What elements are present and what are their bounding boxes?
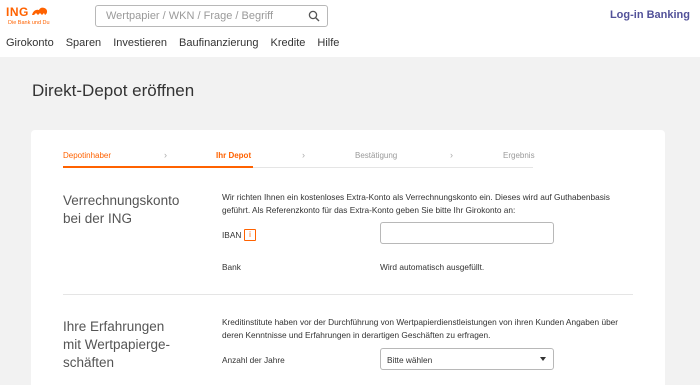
- settlement-text-line2: geführt. Als Referenzkonto für das Extra…: [222, 205, 516, 215]
- experience-text-line1: Kreditinstitute haben vor der Durchführu…: [222, 317, 619, 327]
- main-nav: Girokonto Sparen Investieren Baufinanzie…: [6, 37, 351, 49]
- nav-item-girokonto[interactable]: Girokonto: [6, 37, 54, 49]
- years-select[interactable]: Bitte wählen: [380, 348, 554, 370]
- settlement-text-line1: Wir richten Ihnen ein kostenloses Extra-…: [222, 192, 610, 202]
- settlement-description: Wir richten Ihnen ein kostenloses Extra-…: [222, 191, 642, 217]
- login-banking-link[interactable]: Log-in Banking: [610, 9, 690, 21]
- ing-logo[interactable]: ING Die Bank und Du: [6, 5, 58, 31]
- chevron-right-icon: ›: [302, 150, 305, 160]
- years-select-value: Bitte wählen: [387, 355, 433, 365]
- step-bestaetigung: Bestätigung: [355, 151, 398, 160]
- bank-label: Bank: [222, 262, 241, 272]
- experience-description: Kreditinstitute haben vor der Durchführu…: [222, 316, 642, 342]
- progress-steps: Depotinhaber › Ihr Depot › Bestätigung ›…: [63, 150, 563, 165]
- settlement-title-line2: bei der ING: [63, 211, 133, 226]
- form-card: Depotinhaber › Ihr Depot › Bestätigung ›…: [31, 130, 665, 385]
- header: ING Die Bank und Du Log-in Banking Girok…: [0, 0, 700, 57]
- nav-item-hilfe[interactable]: Hilfe: [317, 37, 339, 49]
- nav-item-sparen[interactable]: Sparen: [66, 37, 101, 49]
- nav-item-investieren[interactable]: Investieren: [113, 37, 167, 49]
- section-divider: [63, 294, 633, 295]
- search-input[interactable]: [96, 6, 301, 26]
- experience-text-line2: deren Kenntnisse und Erfahrungen in dera…: [222, 330, 491, 340]
- info-icon[interactable]: i: [244, 229, 256, 241]
- logo-tagline: Die Bank und Du: [8, 20, 50, 26]
- experience-section-title: Ihre Erfahrungen mit Wertpapierge- schäf…: [63, 318, 170, 372]
- chevron-right-icon: ›: [450, 150, 453, 160]
- lion-icon: [32, 7, 48, 15]
- years-label: Anzahl der Jahre: [222, 355, 285, 365]
- bank-value: Wird automatisch ausgefüllt.: [380, 262, 485, 272]
- experience-title-line3: schäften: [63, 355, 115, 370]
- step-depotinhaber[interactable]: Depotinhaber: [63, 151, 111, 160]
- steps-progress-bar: [63, 166, 253, 168]
- page-title: Direkt-Depot eröffnen: [32, 81, 195, 100]
- logo-wordmark: ING: [6, 5, 29, 19]
- experience-title-line2: mit Wertpapierge-: [63, 337, 171, 352]
- settlement-section-title: Verrechnungskonto bei der ING: [63, 192, 179, 228]
- search-icon[interactable]: [308, 10, 320, 22]
- step-ergebnis: Ergebnis: [503, 151, 535, 160]
- nav-item-kredite[interactable]: Kredite: [271, 37, 306, 49]
- chevron-right-icon: ›: [164, 150, 167, 160]
- iban-input[interactable]: [380, 222, 554, 244]
- experience-title-line1: Ihre Erfahrungen: [63, 319, 165, 334]
- settlement-title-line1: Verrechnungskonto: [63, 193, 180, 208]
- search-box: [95, 5, 328, 27]
- caret-down-icon: [540, 357, 546, 361]
- nav-item-baufinanzierung[interactable]: Baufinanzierung: [179, 37, 259, 49]
- step-ihr-depot: Ihr Depot: [216, 151, 252, 160]
- iban-label: IBAN: [222, 230, 242, 240]
